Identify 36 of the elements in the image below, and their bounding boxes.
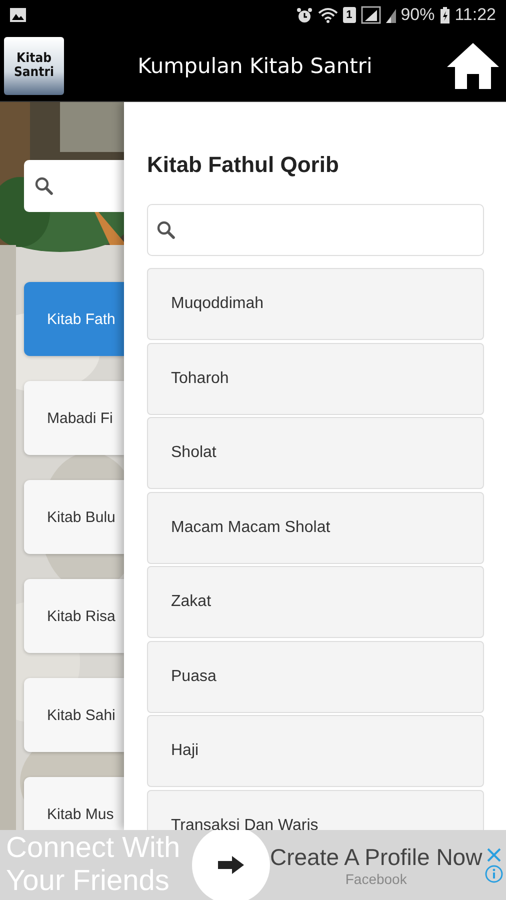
book-item[interactable]: Kitab Fath	[24, 282, 124, 356]
chapter-item[interactable]: Sholat	[147, 417, 484, 489]
book-item[interactable]: Mabadi Fi	[24, 381, 124, 455]
alarm-icon	[296, 6, 313, 24]
book-item[interactable]: Kitab Sahi	[24, 678, 124, 752]
book-item[interactable]: Kitab Bulu	[24, 480, 124, 554]
sim-label: 1	[342, 7, 356, 23]
app-logo: Kitab Santri	[4, 36, 64, 94]
advertiser-name: Facebook	[345, 870, 407, 886]
chapter-item[interactable]: Transaksi Dan Waris	[147, 790, 484, 830]
home-icon[interactable]	[446, 42, 500, 90]
app-title: Kumpulan Kitab Santri	[136, 54, 374, 78]
search-icon	[156, 220, 176, 240]
search-field[interactable]	[147, 204, 484, 256]
wifi-icon	[318, 7, 338, 23]
battery-icon	[440, 6, 450, 24]
chapter-item[interactable]: Puasa	[147, 640, 484, 712]
book-item[interactable]: Kitab Mus	[24, 777, 124, 830]
drawer-title: Kitab Fathul Qorib	[147, 152, 340, 178]
signal-icon	[360, 6, 381, 24]
search-field[interactable]	[24, 160, 124, 212]
book-item[interactable]: Kitab Risa	[24, 579, 124, 653]
search-icon	[34, 176, 54, 196]
close-icon[interactable]	[487, 848, 502, 862]
info-icon[interactable]	[485, 864, 504, 882]
chapter-item[interactable]: Macam Macam Sholat	[147, 492, 484, 564]
arrow-icon	[218, 856, 244, 874]
battery-percent: 90%	[400, 5, 435, 25]
signal-icon	[386, 7, 396, 23]
ad-link[interactable]: Create A Profile Now	[270, 844, 482, 870]
chapter-item[interactable]: Toharoh	[147, 342, 484, 414]
chapter-item[interactable]: Zakat	[147, 566, 484, 638]
image-icon	[10, 8, 26, 22]
chapter-item[interactable]: Muqoddimah	[147, 268, 484, 340]
clock: 11:22	[454, 5, 496, 25]
chapter-item[interactable]: Haji	[147, 715, 484, 787]
